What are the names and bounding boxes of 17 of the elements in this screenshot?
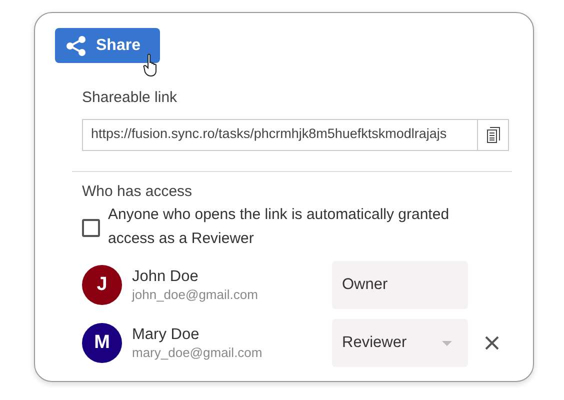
role-label: Owner xyxy=(332,261,468,309)
member-name: Mary Doe xyxy=(132,325,200,344)
avatar: J xyxy=(82,265,122,305)
member-email: john_doe@gmail.com xyxy=(132,286,259,303)
checkbox[interactable] xyxy=(82,219,100,237)
share-button[interactable]: Share xyxy=(55,28,160,63)
field-label: Shareable link xyxy=(82,88,178,108)
link-field[interactable]: https://fusion.sync.ro/tasks/phcrmhjk8m5huefktskmodlrajajs xyxy=(82,118,509,150)
copy-icon xyxy=(486,126,500,142)
avatar: M xyxy=(82,323,122,363)
role-dropdown[interactable]: Reviewer xyxy=(332,319,468,367)
section-title: Who has access xyxy=(82,182,194,202)
caret-icon xyxy=(442,340,452,346)
member-email: mary_doe@gmail.com xyxy=(132,344,264,361)
member-name: John Doe xyxy=(132,267,200,286)
checkbox-label: Anyone who opens the link is automatically granted access as a Reviewer xyxy=(108,205,450,249)
share-icon xyxy=(65,34,87,56)
